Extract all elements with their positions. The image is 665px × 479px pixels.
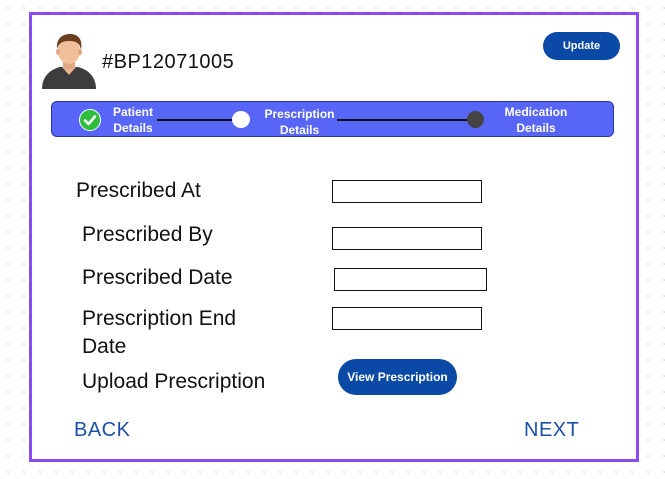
patient-prescription-card: #BP12071005 Update Patient Details Presc…: [29, 12, 639, 462]
step-medication-details[interactable]: Medication Details: [492, 104, 580, 136]
step-pending-dot: [467, 111, 484, 128]
progress-stepper: Patient Details Prescription Details Med…: [51, 101, 614, 137]
step-label-line1: Patient: [112, 105, 153, 119]
user-avatar-icon: [40, 31, 98, 89]
step-current-dot: [232, 111, 250, 128]
step-prescription-details[interactable]: Prescription Details: [252, 106, 347, 138]
patient-id: #BP12071005: [102, 51, 235, 73]
step-patient-details[interactable]: Patient Details: [108, 104, 158, 136]
update-button[interactable]: Update: [543, 32, 620, 60]
label-line1: Prescription End: [82, 307, 237, 330]
prescribed-at-input[interactable]: [332, 180, 482, 203]
prescribed-date-input[interactable]: [334, 268, 487, 291]
step-label-line1: Medication: [504, 105, 568, 119]
prescription-end-date-input[interactable]: [332, 307, 482, 330]
check-icon: [79, 109, 101, 131]
next-link[interactable]: NEXT: [524, 419, 579, 442]
prescribed-by-input[interactable]: [332, 227, 482, 250]
view-prescription-button[interactable]: View Prescription: [338, 359, 457, 395]
prescribed-by-label: Prescribed By: [82, 223, 213, 246]
prescription-end-date-label: Prescription End Date: [82, 305, 236, 361]
prescribed-date-label: Prescribed Date: [82, 266, 233, 289]
upload-prescription-label: Upload Prescription: [82, 370, 266, 393]
back-link[interactable]: BACK: [74, 419, 130, 442]
step-connector: [337, 119, 477, 121]
prescribed-at-label: Prescribed At: [76, 179, 201, 202]
step-label-line2: Details: [279, 123, 320, 137]
step-label-line2: Details: [113, 121, 153, 135]
label-line2: Date: [82, 335, 127, 358]
step-label-line1: Prescription: [264, 107, 335, 121]
step-label-line2: Details: [516, 121, 556, 135]
